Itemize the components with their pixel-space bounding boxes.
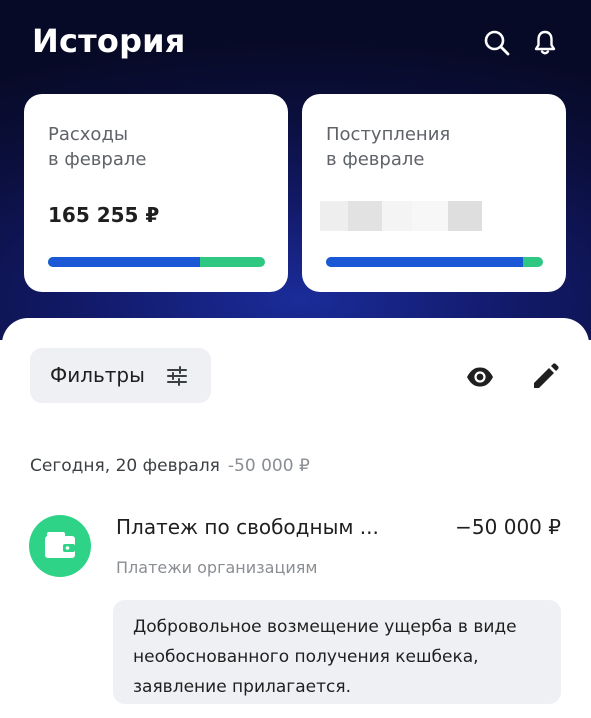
bell-icon[interactable]	[530, 28, 560, 58]
income-bar-fill	[326, 257, 524, 267]
pencil-icon[interactable]	[530, 362, 560, 392]
search-icon[interactable]	[482, 28, 512, 58]
transaction-amount: −50 000 ₽	[455, 515, 561, 539]
income-card[interactable]: Поступления в феврале	[302, 94, 566, 292]
expenses-bar	[48, 257, 265, 267]
income-amount-hidden	[320, 201, 482, 231]
expenses-bar-fill	[48, 257, 200, 267]
date-label: Сегодня, 20 февраля	[30, 456, 220, 476]
page-title: История	[32, 22, 186, 60]
sliders-icon	[165, 364, 189, 388]
comment-text: Добровольное возмещение ущерба в виде не…	[133, 617, 517, 697]
eye-icon[interactable]	[465, 362, 495, 392]
expenses-label: Расходы в феврале	[48, 124, 147, 170]
wallet-icon	[29, 515, 91, 577]
transaction-category: Платежи организациям	[116, 558, 318, 577]
expenses-amount: 165 255 ₽	[48, 203, 160, 227]
income-label: Поступления в феврале	[326, 124, 451, 170]
income-bar	[326, 257, 543, 267]
date-total: -50 000 ₽	[227, 456, 310, 476]
filters-button[interactable]: Фильтры	[30, 348, 211, 403]
transaction-comment: Добровольное возмещение ущерба в виде не…	[113, 600, 561, 704]
header: История Расходы в феврале 165 255 ₽ Пост…	[0, 0, 591, 340]
filters-label: Фильтры	[50, 363, 145, 387]
transaction-title[interactable]: Платеж по свободным ...	[116, 515, 416, 539]
expenses-card[interactable]: Расходы в феврале 165 255 ₽	[24, 94, 288, 292]
date-header: Сегодня, 20 февраля -50 000 ₽	[30, 456, 310, 476]
